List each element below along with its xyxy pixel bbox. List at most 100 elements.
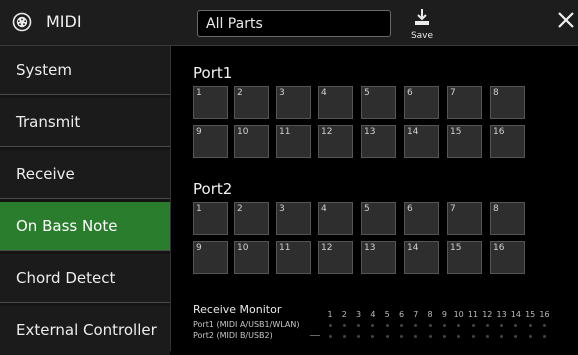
port1-channel-4[interactable]: 4 [318, 86, 353, 119]
port1-channel-2[interactable]: 2 [234, 86, 269, 119]
parts-selector-value: All Parts [206, 16, 263, 32]
monitor-indicator-dot [385, 335, 389, 338]
port1-channel-13[interactable]: 13 [361, 125, 396, 158]
port1-channel-3[interactable]: 3 [276, 86, 311, 119]
monitor-indicator-dot [442, 324, 446, 327]
port2-channel-15[interactable]: 15 [447, 241, 482, 274]
channel-number: 16 [493, 243, 505, 253]
port1-channel-10[interactable]: 10 [234, 125, 269, 158]
channel-number: 6 [407, 88, 413, 98]
channel-number: 10 [237, 243, 249, 253]
sidebar-item-system[interactable]: System [0, 46, 170, 95]
save-icon [415, 9, 429, 25]
monitor-indicator-dot [485, 324, 489, 327]
channel-number: 9 [196, 243, 202, 253]
channel-number: 5 [364, 88, 370, 98]
sidebar-item-label: On Bass Note [16, 217, 118, 235]
sidebar-divider [170, 46, 171, 351]
port2-channel-9[interactable]: 9 [193, 241, 228, 274]
close-icon [558, 12, 574, 28]
channel-number: 14 [407, 127, 419, 137]
port2-channel-3[interactable]: 3 [276, 202, 311, 235]
receive-monitor-port1-label: Port1 (MIDI A/USB1/WLAN) [193, 320, 300, 329]
port1-channel-11[interactable]: 11 [276, 125, 311, 158]
port1-channel-8[interactable]: 8 [490, 86, 525, 119]
sidebar-item-external-controller[interactable]: External Controller [0, 306, 170, 355]
channel-number: 15 [450, 243, 462, 253]
port2-channel-13[interactable]: 13 [361, 241, 396, 274]
channel-number: 5 [364, 204, 370, 214]
sidebar-item-transmit[interactable]: Transmit [0, 98, 170, 147]
monitor-channel-number: 11 [467, 310, 479, 319]
channel-number: 1 [196, 204, 202, 214]
channel-number: 10 [237, 127, 249, 137]
monitor-indicator-dot [457, 335, 461, 338]
port2-channel-6[interactable]: 6 [404, 202, 439, 235]
channel-number: 12 [321, 243, 333, 253]
sidebar-item-label: Chord Detect [16, 269, 116, 287]
close-button[interactable] [557, 10, 577, 34]
monitor-indicator-dot [328, 324, 332, 327]
monitor-indicator-dot [485, 335, 489, 338]
port2-channel-8[interactable]: 8 [490, 202, 525, 235]
save-button[interactable]: Save [405, 7, 439, 41]
app-title: MIDI [46, 12, 82, 31]
midi-connector-icon [12, 12, 32, 32]
port2-channel-4[interactable]: 4 [318, 202, 353, 235]
monitor-channel-number: 1 [327, 310, 333, 319]
monitor-indicator-dot [514, 335, 518, 338]
sidebar-item-on-bass-note[interactable]: On Bass Note [0, 202, 170, 251]
channel-number: 3 [279, 88, 285, 98]
port1-channel-16[interactable]: 16 [490, 125, 525, 158]
port1-channel-12[interactable]: 12 [318, 125, 353, 158]
monitor-indicator-dot [457, 324, 461, 327]
port2-channel-5[interactable]: 5 [361, 202, 396, 235]
channel-number: 11 [279, 127, 291, 137]
port2-channel-7[interactable]: 7 [447, 202, 482, 235]
channel-number: 3 [279, 204, 285, 214]
monitor-indicator-dot [528, 324, 532, 327]
monitor-channel-number: 3 [356, 310, 362, 319]
port2-channel-10[interactable]: 10 [234, 241, 269, 274]
port2-channel-1[interactable]: 1 [193, 202, 228, 235]
monitor-indicator-dot [442, 335, 446, 338]
port2-title: Port2 [193, 180, 233, 198]
channel-number: 13 [364, 127, 376, 137]
sidebar-item-chord-detect[interactable]: Chord Detect [0, 254, 170, 303]
monitor-indicator-dot [342, 335, 346, 338]
port2-channel-12[interactable]: 12 [318, 241, 353, 274]
sidebar-item-label: System [16, 61, 72, 79]
monitor-indicator-dot [371, 335, 375, 338]
port1-channel-9[interactable]: 9 [193, 125, 228, 158]
monitor-indicator-dot [385, 324, 389, 327]
receive-monitor-title: Receive Monitor [193, 303, 282, 316]
port1-channel-1[interactable]: 1 [193, 86, 228, 119]
channel-number: 2 [237, 88, 243, 98]
monitor-indicator-dot [500, 335, 504, 338]
monitor-channel-number: 8 [427, 310, 433, 319]
port1-channel-6[interactable]: 6 [404, 86, 439, 119]
port1-channel-14[interactable]: 14 [404, 125, 439, 158]
monitor-channel-number: 6 [398, 310, 405, 319]
parts-selector[interactable]: All Parts [197, 10, 391, 37]
channel-number: 4 [321, 204, 327, 214]
port2-channel-2[interactable]: 2 [234, 202, 269, 235]
monitor-indicator-dot [543, 335, 546, 338]
port1-channel-15[interactable]: 15 [447, 125, 482, 158]
monitor-channel-number: 9 [441, 310, 447, 319]
port2-channel-11[interactable]: 11 [276, 241, 311, 274]
monitor-channel-number: 13 [496, 310, 507, 319]
port2-channel-14[interactable]: 14 [404, 241, 439, 274]
monitor-indicator-dot [400, 335, 403, 338]
monitor-indicator-dot [414, 324, 418, 327]
port1-channel-7[interactable]: 7 [447, 86, 482, 119]
sidebar-item-receive[interactable]: Receive [0, 150, 170, 199]
channel-number: 11 [279, 243, 291, 253]
port2-channel-16[interactable]: 16 [490, 241, 525, 274]
port1-channel-5[interactable]: 5 [361, 86, 396, 119]
save-label: Save [410, 31, 434, 41]
monitor-indicator-dot [500, 324, 504, 327]
monitor-channel-number: 15 [525, 310, 536, 319]
sidebar-item-label: External Controller [16, 321, 157, 339]
monitor-indicator-dot [357, 324, 361, 327]
